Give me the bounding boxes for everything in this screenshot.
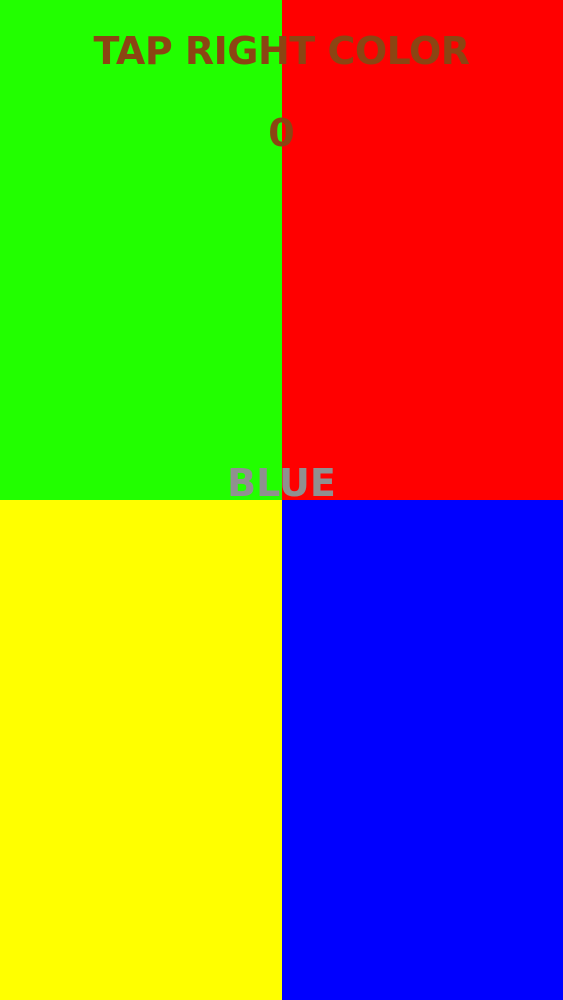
score-counter: 0 — [268, 111, 295, 155]
blue-tile[interactable] — [282, 500, 563, 1000]
yellow-tile[interactable] — [0, 500, 282, 1000]
green-tile[interactable] — [0, 0, 282, 500]
game-board: TAP RIGHT COLOR 0 BLUE — [0, 0, 563, 1000]
red-tile[interactable] — [282, 0, 563, 500]
color-prompt: BLUE — [227, 461, 336, 505]
game-title: TAP RIGHT COLOR — [93, 29, 470, 73]
